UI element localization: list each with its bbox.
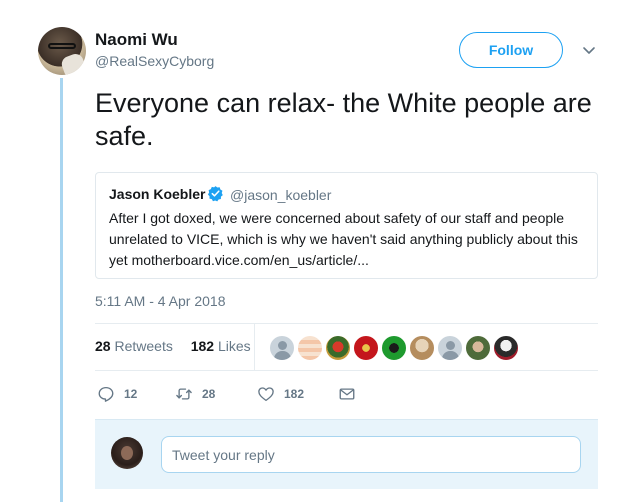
liker-avatar[interactable] <box>269 335 295 361</box>
tweet-timestamp[interactable]: 5:11 AM - 4 Apr 2018 <box>95 293 226 309</box>
liker-avatar[interactable] <box>325 335 351 361</box>
like-action[interactable]: 182 <box>257 385 304 403</box>
follow-button[interactable]: Follow <box>459 32 563 68</box>
quote-author-handle: @jason_koebler <box>230 187 332 203</box>
tweet-text: Everyone can relax- the White people are… <box>95 88 592 151</box>
liker-avatar[interactable] <box>465 335 491 361</box>
current-user-avatar <box>111 437 143 469</box>
stats-divider-bottom <box>95 370 598 371</box>
quote-text: After I got doxed, we were concerned abo… <box>109 210 578 268</box>
stats-separator <box>254 324 255 370</box>
reply-count: 12 <box>124 387 138 401</box>
avatar-hand <box>59 51 86 75</box>
reply-action[interactable]: 12 <box>97 385 137 403</box>
retweet-count: 28 <box>202 387 216 401</box>
likes-count: 182 <box>190 338 215 354</box>
retweets-stat[interactable]: 28 Retweets <box>95 338 173 354</box>
liker-avatar[interactable] <box>297 335 323 361</box>
liker-avatar[interactable] <box>409 335 435 361</box>
direct-message-action[interactable] <box>338 385 356 403</box>
retweets-label: Retweets <box>114 338 173 354</box>
retweet-action[interactable]: 28 <box>175 385 215 403</box>
likes-stat[interactable]: 182 Likes <box>191 338 251 354</box>
quoted-tweet-card[interactable]: Jason Koebler @jason_koebler After I got… <box>95 172 598 279</box>
likes-label: Likes <box>217 338 251 354</box>
reply-composer <box>95 419 598 489</box>
engagement-stats: 28 Retweets 182 Likes <box>95 338 265 354</box>
heart-icon <box>258 387 274 402</box>
like-count: 182 <box>284 387 305 401</box>
author-handle[interactable]: @RealSexyCyborg <box>95 53 214 69</box>
quote-author-name: Jason Koebler <box>109 186 206 202</box>
liker-avatar[interactable] <box>381 335 407 361</box>
verified-badge-icon <box>207 186 223 202</box>
thread-line <box>60 78 63 502</box>
liker-avatar[interactable] <box>353 335 379 361</box>
reply-input[interactable] <box>161 436 581 473</box>
liker-avatar[interactable] <box>493 335 519 361</box>
avatar-face <box>121 446 133 460</box>
chevron-down-icon[interactable] <box>580 41 598 59</box>
avatar-glasses <box>48 43 76 49</box>
liker-avatar[interactable] <box>437 335 463 361</box>
author-avatar[interactable] <box>38 27 86 75</box>
stats-divider-top <box>95 323 598 324</box>
reply-icon <box>98 386 114 402</box>
author-name[interactable]: Naomi Wu <box>95 30 178 50</box>
retweet-icon <box>176 388 192 400</box>
retweets-count: 28 <box>95 338 111 354</box>
envelope-icon <box>339 388 355 400</box>
